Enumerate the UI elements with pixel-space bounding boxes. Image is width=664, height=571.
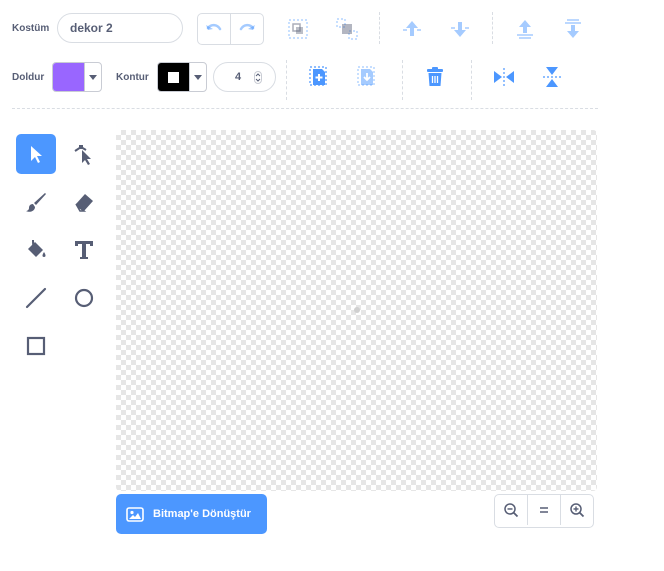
zoom-reset-icon bbox=[540, 507, 548, 513]
brush-tool[interactable] bbox=[16, 182, 56, 222]
paste-icon bbox=[357, 66, 375, 86]
ungroup-icon bbox=[336, 18, 358, 40]
image-icon bbox=[126, 506, 144, 522]
fill-color-picker[interactable] bbox=[52, 62, 102, 92]
outline-width-input[interactable]: 4 bbox=[213, 62, 276, 92]
toolbar-divider bbox=[471, 60, 472, 100]
arrow-cursor-icon bbox=[31, 146, 42, 163]
outline-dropdown-arrow bbox=[189, 63, 206, 91]
line-tool[interactable] bbox=[16, 278, 56, 318]
backward-button[interactable] bbox=[446, 15, 474, 43]
paste-button[interactable] bbox=[353, 63, 381, 91]
delete-button[interactable] bbox=[421, 63, 449, 91]
paint-bucket-icon bbox=[28, 239, 46, 257]
line-icon bbox=[25, 287, 47, 309]
costume-name-input[interactable] bbox=[57, 13, 183, 43]
circle-icon bbox=[74, 288, 94, 308]
eraser-tool[interactable] bbox=[64, 182, 104, 222]
fill-dropdown-arrow bbox=[84, 63, 101, 91]
fill-color-swatch bbox=[53, 63, 84, 91]
rectangle-tool[interactable] bbox=[16, 326, 56, 366]
delete-icon bbox=[427, 67, 443, 86]
zoom-controls bbox=[494, 494, 594, 528]
zoom-reset-button[interactable] bbox=[527, 495, 560, 525]
zoom-in-icon bbox=[570, 503, 585, 518]
select-tool[interactable] bbox=[16, 134, 56, 174]
chevron-down-icon bbox=[89, 74, 97, 80]
zoom-out-button[interactable] bbox=[495, 495, 527, 525]
backward-icon bbox=[451, 22, 469, 37]
convert-to-bitmap-button[interactable]: Bitmap'e Dönüştür bbox=[116, 494, 267, 534]
toolbar-divider bbox=[402, 60, 403, 100]
eraser-icon bbox=[75, 194, 93, 212]
copy-button[interactable] bbox=[305, 63, 333, 91]
ungroup-button[interactable] bbox=[333, 15, 361, 43]
outline-color-swatch bbox=[158, 63, 189, 91]
back-icon bbox=[565, 19, 581, 38]
brush-icon bbox=[26, 193, 46, 212]
reshape-tool[interactable] bbox=[64, 134, 104, 174]
forward-icon bbox=[403, 21, 421, 36]
outline-label: Kontur bbox=[116, 72, 149, 83]
toolbar-divider bbox=[379, 12, 380, 44]
front-button[interactable] bbox=[511, 15, 539, 43]
convert-to-bitmap-label: Bitmap'e Dönüştür bbox=[153, 508, 251, 520]
undo-button[interactable] bbox=[198, 14, 230, 44]
flip-horizontal-button[interactable] bbox=[490, 63, 518, 91]
redo-button[interactable] bbox=[230, 14, 263, 44]
zoom-out-icon bbox=[504, 503, 519, 518]
reshape-icon bbox=[74, 145, 91, 165]
fill-tool[interactable] bbox=[16, 230, 56, 270]
toolbar-divider bbox=[286, 60, 287, 100]
redo-icon bbox=[239, 23, 255, 31]
front-icon bbox=[517, 20, 533, 39]
costume-label: Kostüm bbox=[12, 23, 50, 34]
back-button[interactable] bbox=[559, 15, 587, 43]
canvas-center-dot bbox=[354, 307, 360, 313]
rectangle-icon bbox=[26, 336, 46, 356]
outline-color-picker[interactable] bbox=[157, 62, 207, 92]
text-icon bbox=[75, 241, 93, 259]
flip-vertical-icon bbox=[543, 67, 561, 87]
copy-icon bbox=[309, 66, 327, 86]
forward-button[interactable] bbox=[398, 15, 426, 43]
undo-icon bbox=[206, 23, 222, 31]
fill-label: Doldur bbox=[12, 72, 45, 83]
text-tool[interactable] bbox=[64, 230, 104, 270]
outline-width-value: 4 bbox=[235, 71, 242, 83]
toolbar-bottom-divider bbox=[12, 108, 598, 109]
paint-canvas[interactable] bbox=[116, 130, 597, 491]
flip-vertical-button[interactable] bbox=[538, 63, 566, 91]
toolbar-divider bbox=[492, 12, 493, 44]
chevron-down-icon bbox=[194, 74, 202, 80]
zoom-in-button[interactable] bbox=[560, 495, 593, 525]
stepper-icon[interactable] bbox=[254, 71, 262, 84]
group-button[interactable] bbox=[284, 15, 312, 43]
group-icon bbox=[288, 19, 308, 39]
flip-horizontal-icon bbox=[494, 68, 514, 86]
undo-redo-group bbox=[197, 13, 264, 45]
circle-tool[interactable] bbox=[64, 278, 104, 318]
